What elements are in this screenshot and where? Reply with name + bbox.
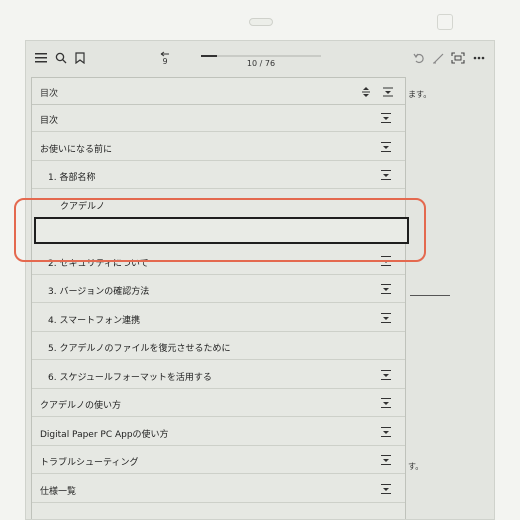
- page-counter: 10 / 76: [246, 59, 276, 68]
- page-progress-bar[interactable]: [201, 55, 321, 57]
- device-button[interactable]: [437, 14, 453, 30]
- fullscreen-icon[interactable]: [449, 49, 467, 67]
- prev-page-number: 9: [162, 57, 168, 66]
- collapse-icon[interactable]: [381, 141, 391, 152]
- toc-item[interactable]: 1. 各部名称: [32, 161, 405, 189]
- toc-item-label: 1. 各部名称: [48, 173, 96, 183]
- doc-text-bottom: す。: [408, 462, 424, 471]
- toc-title: 目次: [40, 89, 59, 99]
- undo-icon[interactable]: [410, 49, 428, 67]
- highlight-frame: [14, 198, 426, 262]
- toc-item-label: トラブルシューティング: [40, 458, 139, 468]
- toc-item-label: 目次: [40, 116, 59, 126]
- menu-icon[interactable]: [32, 49, 50, 67]
- toc-header: 目次: [32, 78, 405, 105]
- doc-rule: [410, 295, 450, 296]
- expand-all-icon[interactable]: [361, 84, 371, 103]
- toc-item-label: Digital Paper PC Appの使い方: [40, 429, 169, 440]
- collapse-icon[interactable]: [381, 398, 391, 408]
- toc-item-label: 5. クアデルノのファイルを復元させるために: [48, 344, 231, 354]
- top-toolbar: 9 10 / 76: [26, 41, 494, 77]
- toc-item-label: クアデルノの使い方: [40, 401, 122, 411]
- toc-item[interactable]: 仕様一覧: [32, 475, 405, 503]
- toc-item[interactable]: 4. スマートフォン連携: [32, 304, 405, 332]
- toc-item[interactable]: 5. クアデルノのファイルを復元させるために: [32, 332, 405, 360]
- collapse-icon[interactable]: [381, 483, 391, 494]
- collapse-icon[interactable]: [381, 426, 391, 437]
- collapse-icon[interactable]: [381, 312, 391, 323]
- device-speaker: [249, 18, 273, 26]
- more-icon[interactable]: [470, 49, 488, 67]
- toc-item-label: 6. スケジュールフォーマットを活用する: [48, 372, 212, 383]
- toc-panel: 目次 目次お使いになる前に1. 各部名称クアデルノスタイラスペン2. セキュリテ…: [31, 77, 406, 519]
- collapse-icon[interactable]: [381, 455, 391, 465]
- collapse-icon[interactable]: [381, 369, 391, 380]
- prev-page-button[interactable]: 9: [160, 51, 170, 66]
- toc-item[interactable]: 3. バージョンの確認方法: [32, 275, 405, 303]
- collapse-all-icon[interactable]: [383, 84, 393, 103]
- toc-item[interactable]: お使いになる前に: [32, 133, 405, 161]
- toc-item-label: お使いになる前に: [40, 144, 113, 155]
- toc-item[interactable]: Digital Paper PC Appの使い方: [32, 418, 405, 446]
- toc-item[interactable]: 目次: [32, 104, 405, 132]
- page-progress-fill: [201, 55, 217, 57]
- toc-item-label: 仕様一覧: [40, 486, 77, 497]
- doc-text-top: ます。: [408, 90, 432, 99]
- toc-item[interactable]: クアデルノの使い方: [32, 389, 405, 417]
- screen: 9 10 / 76 ます。 す。 目次 目次 お使いになる前に 1. 各部名称 …: [25, 40, 495, 520]
- collapse-icon[interactable]: [381, 170, 391, 180]
- pen-icon[interactable]: [429, 49, 447, 67]
- search-icon[interactable]: [52, 49, 70, 67]
- toc-item[interactable]: トラブルシューティング: [32, 446, 405, 474]
- toc-item-label: 3. バージョンの確認方法: [48, 287, 150, 297]
- toc-item[interactable]: 6. スケジュールフォーマットを活用する: [32, 361, 405, 389]
- collapse-icon[interactable]: [381, 113, 391, 123]
- collapse-icon[interactable]: [381, 284, 391, 294]
- document-page: ます。 す。: [406, 77, 494, 519]
- toc-item-label: 4. スマートフォン連携: [48, 315, 141, 326]
- bookmark-icon[interactable]: [71, 49, 89, 67]
